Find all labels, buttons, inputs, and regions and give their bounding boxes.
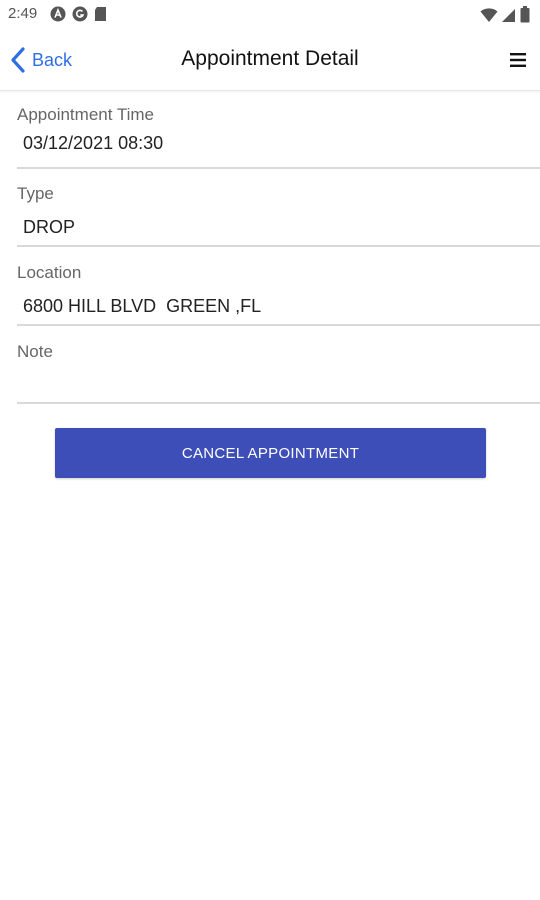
field-type: Type DROP [0, 170, 540, 249]
field-note: Note [0, 327, 540, 406]
divider [17, 167, 540, 169]
cancel-appointment-button[interactable]: CANCEL APPOINTMENT [55, 428, 486, 478]
hamburger-menu-icon [510, 53, 526, 67]
g-badge-icon [72, 6, 88, 22]
status-notification-icons [50, 6, 107, 22]
wifi-icon [480, 7, 498, 22]
divider [17, 324, 540, 326]
signal-icon [502, 8, 515, 22]
status-system-icons [480, 6, 530, 23]
a-badge-icon [50, 6, 66, 22]
page-title: Appointment Detail [181, 47, 359, 70]
location-value: 6800 HILL BLVD GREEN ,FL [23, 296, 262, 316]
status-bar: 2:49 [0, 0, 540, 30]
divider [17, 245, 540, 247]
menu-button[interactable] [506, 48, 530, 72]
sd-card-icon [95, 7, 106, 21]
field-label: Location [17, 263, 82, 282]
divider [17, 402, 540, 404]
field-appointment-time: Appointment Time 03/12/2021 08:30 [0, 90, 540, 170]
field-label: Type [17, 184, 54, 203]
field-label: Appointment Time [17, 105, 155, 124]
nav-bar: Back Appointment Detail [0, 30, 540, 91]
appointment-time-value: 03/12/2021 08:30 [23, 133, 164, 153]
status-time: 2:49 [8, 5, 38, 22]
battery-icon [520, 6, 530, 23]
field-label: Note [17, 342, 53, 361]
type-value: DROP [23, 217, 76, 237]
field-location: Location 6800 HILL BLVD GREEN ,FL [0, 249, 540, 327]
